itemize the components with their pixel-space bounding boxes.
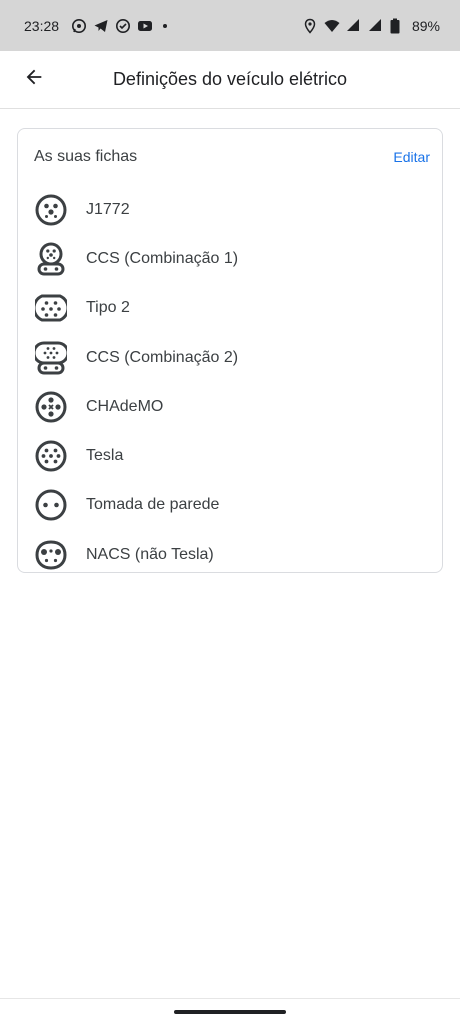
plug-label: Tomada de parede (86, 496, 220, 514)
status-left: 23:28 (24, 17, 168, 34)
wifi-icon (324, 18, 340, 34)
location-icon (302, 18, 318, 34)
chademo-plug-icon (34, 390, 68, 424)
plug-item-type2: Tipo 2 (18, 284, 442, 333)
signal-icon (368, 18, 384, 34)
plug-label: NACS (não Tesla) (86, 545, 214, 563)
plug-label: CCS (Combinação 1) (86, 249, 239, 267)
app-bar: Definições do veículo elétrico (0, 51, 460, 109)
battery-icon (390, 18, 406, 34)
card-title: As suas fichas (34, 148, 138, 165)
plug-label: J1772 (86, 200, 130, 218)
whatsapp-icon (71, 18, 87, 34)
plug-item-nacs: NACS (não Tesla) (18, 530, 442, 579)
wall-outlet-icon (34, 488, 68, 522)
battery-percentage: 89% (411, 17, 440, 34)
signal-icon (346, 18, 362, 34)
tesla-plug-icon (34, 439, 68, 473)
type2-plug-icon (34, 291, 68, 325)
back-button[interactable] (10, 56, 58, 104)
plug-item-tesla: Tesla (18, 431, 442, 480)
plug-label: CHAdeMO (86, 397, 164, 415)
status-bar: 23:28 89% (0, 0, 460, 51)
ccs1-plug-icon (34, 242, 68, 276)
j1772-plug-icon (34, 193, 68, 227)
telegram-icon (93, 18, 109, 34)
page-title: Definições do veículo elétrico (112, 69, 348, 89)
plug-label: Tipo 2 (86, 299, 130, 317)
arrow-back-icon (23, 66, 45, 93)
card-header: As suas fichas Editar (18, 129, 442, 185)
gesture-nav-handle[interactable] (174, 1010, 286, 1014)
plug-item-ccs1: CCS (Combinação 1) (18, 234, 442, 283)
youtube-icon (137, 18, 153, 34)
plug-label: CCS (Combinação 2) (86, 348, 239, 366)
plug-item-ccs2: CCS (Combinação 2) (18, 333, 442, 382)
plugs-card: As suas fichas Editar J1772 CCS (Combina… (17, 128, 443, 573)
nacs-plug-icon (34, 538, 68, 572)
sync-icon (115, 18, 131, 34)
status-time: 23:28 (24, 17, 60, 34)
plug-item-chademo: CHAdeMO (18, 382, 442, 431)
plug-item-j1772: J1772 (18, 185, 442, 234)
plug-item-wall-outlet: Tomada de parede (18, 481, 442, 530)
edit-button[interactable]: Editar (393, 143, 430, 171)
notification-dot (163, 23, 168, 28)
bottom-divider (0, 998, 460, 999)
status-right: 89% (302, 18, 440, 34)
ccs2-plug-icon (34, 341, 68, 375)
plug-label: Tesla (86, 447, 124, 465)
plug-list: J1772 CCS (Combinação 1) Tipo 2 CCS (Com… (18, 185, 442, 579)
